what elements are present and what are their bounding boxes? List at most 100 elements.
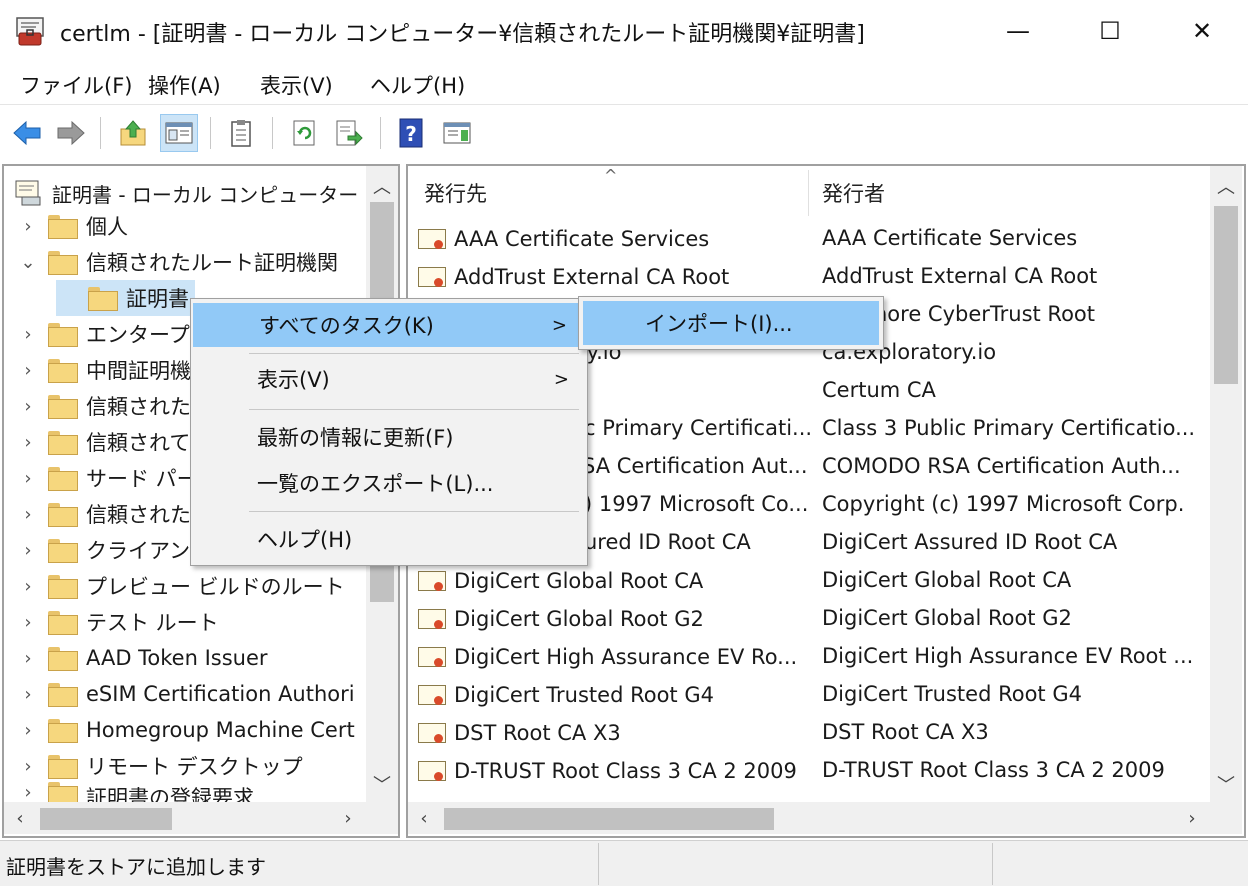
menu-item-all-tasks[interactable]: すべてのタスク(K) > (193, 303, 585, 347)
properties-button[interactable] (222, 114, 260, 152)
issued-to: DigiCert Global Root G2 (454, 607, 704, 631)
scroll-right-icon[interactable]: › (332, 802, 364, 834)
tree-item-preview-build-roots[interactable]: › プレビュー ビルドのルート (16, 568, 345, 604)
export-list-button[interactable] (330, 114, 368, 152)
menu-help[interactable]: ヘルプ(H) (370, 70, 465, 100)
issued-by: DST Root CA X3 (822, 720, 989, 744)
forward-icon (57, 120, 85, 146)
close-button[interactable]: ✕ (1156, 0, 1248, 62)
scroll-down-icon[interactable]: ﹀ (366, 768, 398, 800)
tree-root[interactable]: 証明書 - ローカル コンピューター (14, 176, 358, 210)
forward-button[interactable] (52, 114, 90, 152)
show-hide-console-tree-button[interactable] (160, 114, 198, 152)
scroll-down-icon[interactable]: ﹀ (1210, 768, 1242, 800)
menu-action[interactable]: 操作(A) (148, 70, 221, 100)
issued-by: DigiCert Global Root CA (822, 568, 1072, 592)
folder-icon (48, 755, 78, 779)
menu-bar: ファイル(F) 操作(A) 表示(V) ヘルプ(H) (0, 62, 1248, 104)
tree-item-homegroup[interactable]: › Homegroup Machine Cert (16, 712, 355, 748)
folder-icon (48, 323, 78, 347)
certificate-icon (416, 568, 448, 594)
chevron-right-icon[interactable]: › (16, 216, 40, 237)
tree-item-remote-desktop[interactable]: › リモート デスクトップ (16, 748, 303, 784)
toolbar-separator (100, 117, 102, 149)
tree-item-trusted-publishers[interactable]: › 信頼された (16, 388, 191, 424)
tree-item-trusted-root[interactable]: ⌄ 信頼されたルート証明機関 (16, 244, 338, 280)
tree-item-untrusted[interactable]: › 信頼されて (16, 424, 190, 460)
tree-item-enrollment-requests[interactable]: › 証明書の登録要求 (16, 782, 254, 804)
scroll-thumb[interactable] (444, 808, 774, 830)
list-row[interactable]: AddTrust External CA Root AddTrust Exter… (408, 258, 1208, 296)
issued-by: Class 3 Public Primary Certificatio... (822, 416, 1196, 440)
tree-item-third-party-root[interactable]: › サード パー (16, 460, 198, 496)
tree-item-intermediate-ca[interactable]: › 中間証明機 (16, 352, 191, 388)
submenu-all-tasks: インポート(I)... (578, 296, 884, 350)
menu-file[interactable]: ファイル(F) (20, 70, 132, 100)
chevron-right-icon[interactable]: › (16, 396, 40, 417)
scroll-left-icon[interactable]: ‹ (408, 802, 440, 834)
list-row[interactable]: D-TRUST Root Class 3 CA 2 2009 D-TRUST R… (408, 752, 1208, 790)
chevron-right-icon[interactable]: › (16, 782, 40, 803)
tree-item-test-roots[interactable]: › テスト ルート (16, 604, 219, 640)
scroll-up-icon[interactable]: ︿ (366, 170, 398, 202)
chevron-right-icon[interactable]: › (16, 576, 40, 597)
action-pane-icon (443, 122, 471, 144)
list-row[interactable]: DigiCert Global Root G2 DigiCert Global … (408, 600, 1208, 638)
maximize-button[interactable]: ☐ (1064, 0, 1156, 62)
chevron-right-icon[interactable]: › (16, 612, 40, 633)
tree-item-trusted-people[interactable]: › 信頼された (16, 496, 191, 532)
scroll-right-icon[interactable]: › (1176, 802, 1208, 834)
list-horizontal-scrollbar[interactable]: ‹ › (408, 802, 1210, 834)
list-row[interactable]: AAA Certificate Services AAA Certificate… (408, 220, 1208, 258)
menu-item-import[interactable]: インポート(I)... (583, 301, 879, 345)
menu-item-help[interactable]: ヘルプ(H) (191, 517, 587, 561)
tree-item-label: 証明書 (126, 287, 189, 311)
tree-item-label: テスト ルート (86, 611, 219, 635)
up-button[interactable] (114, 114, 152, 152)
refresh-button[interactable] (286, 114, 324, 152)
chevron-right-icon[interactable]: › (16, 684, 40, 705)
folder-icon (48, 251, 78, 275)
column-header-issued-by[interactable]: 発行者 (822, 170, 1202, 216)
scroll-thumb[interactable] (1214, 206, 1238, 384)
chevron-right-icon[interactable]: › (16, 756, 40, 777)
chevron-right-icon[interactable]: › (16, 720, 40, 741)
chevron-right-icon[interactable]: › (16, 360, 40, 381)
action-pane-button[interactable] (438, 114, 476, 152)
chevron-right-icon[interactable]: › (16, 324, 40, 345)
scroll-up-icon[interactable]: ︿ (1210, 170, 1242, 202)
tree-item-client-auth[interactable]: › クライアント (16, 532, 211, 568)
chevron-right-icon[interactable]: › (16, 504, 40, 525)
tree-item-aad-token-issuer[interactable]: › AAD Token Issuer (16, 640, 268, 676)
menu-item-export-list[interactable]: 一覧のエクスポート(L)... (191, 461, 587, 505)
tree-item-label: Homegroup Machine Cert (86, 718, 355, 742)
tree-item-esim-ca[interactable]: › eSIM Certification Authori (16, 676, 355, 712)
back-button[interactable] (8, 114, 46, 152)
menu-view[interactable]: 表示(V) (260, 70, 333, 100)
list-row[interactable]: DigiCert High Assurance EV Ro... DigiCer… (408, 638, 1208, 676)
list-row[interactable]: DST Root CA X3 DST Root CA X3 (408, 714, 1208, 752)
scroll-left-icon[interactable]: ‹ (4, 802, 36, 834)
chevron-right-icon[interactable]: › (16, 648, 40, 669)
help-button[interactable]: ? (392, 114, 430, 152)
column-divider[interactable] (808, 170, 809, 216)
status-text: 証明書をストアに追加します (6, 855, 266, 879)
minimize-button[interactable]: — (972, 0, 1064, 62)
chevron-down-icon[interactable]: ⌄ (16, 252, 40, 273)
list-vertical-scrollbar[interactable]: ︿ ﹀ (1210, 166, 1242, 802)
scroll-thumb[interactable] (40, 808, 172, 830)
issued-by: DigiCert Assured ID Root CA (822, 530, 1118, 554)
tree-horizontal-scrollbar[interactable]: ‹ › (4, 802, 398, 834)
issued-by: DigiCert High Assurance EV Root ... (822, 644, 1194, 668)
menu-item-refresh[interactable]: 最新の情報に更新(F) (191, 415, 587, 459)
list-row[interactable]: DigiCert Trusted Root G4 DigiCert Truste… (408, 676, 1208, 714)
tree-item-personal[interactable]: › 個人 (16, 208, 128, 244)
chevron-right-icon[interactable]: › (16, 432, 40, 453)
chevron-right-icon[interactable]: › (16, 540, 40, 561)
show-hide-console-tree-icon (165, 122, 193, 144)
chevron-right-icon[interactable]: › (16, 468, 40, 489)
back-icon (13, 120, 41, 146)
list-row[interactable]: DigiCert Global Root CA DigiCert Global … (408, 562, 1208, 600)
tree-item-certificates-selected[interactable]: 証明書 (56, 280, 195, 316)
menu-item-view[interactable]: 表示(V) > (191, 357, 587, 401)
